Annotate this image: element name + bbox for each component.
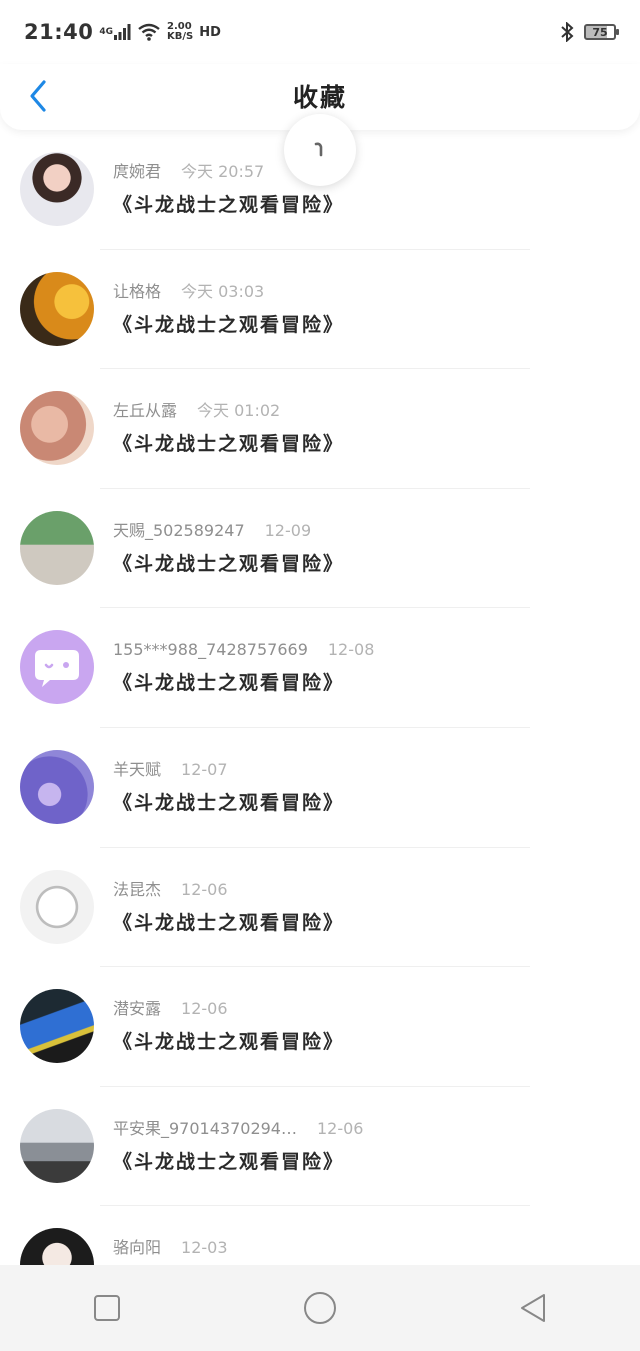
- user-name: 羊天赋: [113, 759, 162, 779]
- chat-bubble-icon: [35, 650, 79, 688]
- item-text: 155***988_7428757669 12-08 《斗龙战士之观看冒险》: [113, 640, 620, 695]
- item-meta: 左丘从露 今天 01:02: [113, 401, 620, 421]
- network-type: 4G: [99, 26, 114, 37]
- item-text: 骆向阳12-03《斗龙战士之观看冒险》: [113, 1238, 620, 1265]
- wifi-icon: [137, 23, 161, 41]
- item-title: 《斗龙战士之观看冒险》: [113, 791, 345, 814]
- list-item[interactable]: 155***988_7428757669 12-08 《斗龙战士之观看冒险》: [0, 608, 640, 728]
- item-title: 《斗龙战士之观看冒险》: [113, 552, 345, 575]
- item-text: 平安果_97014370294… 12-06 《斗龙战士之观看冒险》: [113, 1119, 620, 1174]
- list-item[interactable]: 法昆杰 12-06 《斗龙战士之观看冒险》: [0, 848, 640, 968]
- item-meta: 潜安露 12-06: [113, 999, 620, 1019]
- timestamp: 今天 20:57: [181, 162, 265, 181]
- item-meta: 庹婉君 今天 20:57: [113, 162, 620, 182]
- battery-indicator: 75: [584, 24, 619, 40]
- avatar[interactable]: [20, 630, 94, 705]
- timestamp: 今天 03:03: [181, 281, 265, 301]
- network-speed: 2.00 KB/S: [167, 22, 193, 42]
- item-text: 庹婉君 今天 20:57 《斗龙战士之观看冒险》: [113, 162, 620, 217]
- user-name: 左丘从露: [113, 401, 178, 421]
- bluetooth-icon: [560, 22, 574, 42]
- recent-apps-button[interactable]: [77, 1278, 137, 1338]
- status-left: 21:40 4G 2.00 KB/S HD: [24, 20, 221, 44]
- user-name: 天赐_502589247: [113, 520, 245, 540]
- item-text: 法昆杰 12-06 《斗龙战士之观看冒险》: [113, 880, 620, 935]
- timestamp: 今天 01:02: [197, 401, 281, 421]
- user-name: 让格格: [113, 281, 162, 301]
- hd-voice-icon: HD: [199, 24, 221, 40]
- item-meta: 天赐_502589247 12-09: [113, 521, 620, 541]
- avatar[interactable]: [20, 152, 94, 226]
- circle-icon: [303, 1292, 336, 1324]
- item-meta: 骆向阳 12-03: [113, 1238, 620, 1258]
- avatar[interactable]: [20, 869, 94, 944]
- back-nav-button[interactable]: [503, 1278, 563, 1338]
- item-meta: 155***988_7428757669 12-08: [113, 640, 620, 660]
- timestamp: 12-06: [181, 879, 228, 899]
- timestamp: 12-06: [316, 1118, 364, 1138]
- user-name: 骆向阳: [113, 1238, 162, 1258]
- user-name: 155***988_7428757669: [113, 640, 308, 660]
- list-item[interactable]: 骆向阳12-03《斗龙战士之观看冒险》: [0, 1206, 640, 1265]
- list-item[interactable]: 让格格 今天 03:03 《斗龙战士之观看冒险》: [0, 250, 640, 370]
- item-title: 《斗龙战士之观看冒险》: [113, 194, 345, 216]
- avatar[interactable]: [20, 510, 94, 585]
- timestamp: 12-03: [181, 1238, 228, 1258]
- user-name: 平安果_97014370294…: [113, 1118, 297, 1138]
- cellular-signal-icon: 4G: [99, 24, 131, 40]
- item-title: 《斗龙战士之观看冒险》: [113, 911, 345, 934]
- item-text: 左丘从露 今天 01:02 《斗龙战士之观看冒险》: [113, 401, 620, 456]
- item-title: 《斗龙战士之观看冒险》: [113, 672, 345, 695]
- avatar[interactable]: [20, 1108, 94, 1183]
- user-name: 法昆杰: [113, 879, 162, 899]
- home-button[interactable]: [290, 1278, 350, 1338]
- square-icon: [93, 1295, 120, 1321]
- item-text: 潜安露 12-06 《斗龙战士之观看冒险》: [113, 999, 620, 1054]
- timestamp: 12-09: [264, 520, 312, 540]
- page-title: 收藏: [292, 83, 347, 112]
- speed-unit: KB/S: [167, 31, 194, 42]
- system-nav-bar: [0, 1265, 640, 1351]
- list-item[interactable]: 天赐_502589247 12-09 《斗龙战士之观看冒险》: [0, 489, 640, 609]
- avatar[interactable]: [20, 271, 94, 346]
- item-meta: 让格格 今天 03:03: [113, 282, 620, 302]
- timestamp: 12-08: [327, 640, 375, 660]
- list-item[interactable]: 羊天赋 12-07 《斗龙战士之观看冒险》: [0, 728, 640, 848]
- timestamp: 12-06: [181, 999, 228, 1019]
- item-meta: 平安果_97014370294… 12-06: [113, 1119, 620, 1139]
- user-name: 潜安露: [113, 999, 162, 1019]
- item-text: 天赐_502589247 12-09 《斗龙战士之观看冒险》: [113, 521, 620, 576]
- avatar[interactable]: [20, 749, 94, 824]
- item-title: 《斗龙战士之观看冒险》: [113, 1031, 345, 1054]
- favorites-list[interactable]: 庹婉君 今天 20:57 《斗龙战士之观看冒险》 让格格 今天 03:03 《斗龙战士之观…: [0, 130, 640, 1265]
- item-meta: 羊天赋 12-07: [113, 760, 620, 780]
- loading-spinner-icon: [314, 142, 323, 157]
- avatar[interactable]: [20, 989, 94, 1064]
- user-name: 庹婉君: [113, 162, 162, 181]
- status-time: 21:40: [24, 20, 94, 44]
- status-bar: 21:40 4G 2.00 KB/S HD 75: [0, 0, 640, 64]
- triangle-back-icon: [521, 1294, 546, 1322]
- list-item[interactable]: 平安果_97014370294… 12-06 《斗龙战士之观看冒险》: [0, 1087, 640, 1207]
- item-title: 《斗龙战士之观看冒险》: [113, 1150, 345, 1173]
- item-text: 羊天赋 12-07 《斗龙战士之观看冒险》: [113, 760, 620, 815]
- list-item[interactable]: 左丘从露 今天 01:02 《斗龙战士之观看冒险》: [0, 369, 640, 489]
- avatar[interactable]: [20, 391, 94, 466]
- item-title: 《斗龙战士之观看冒险》: [113, 313, 345, 336]
- item-title: 《斗龙战士之观看冒险》: [113, 433, 345, 456]
- avatar[interactable]: [20, 1228, 94, 1265]
- item-text: 让格格 今天 03:03 《斗龙战士之观看冒险》: [113, 282, 620, 337]
- timestamp: 12-07: [181, 759, 228, 779]
- refresh-indicator: [284, 114, 356, 186]
- status-right: 75: [560, 22, 619, 42]
- list-item[interactable]: 潜安露 12-06 《斗龙战士之观看冒险》: [0, 967, 640, 1087]
- item-meta: 法昆杰 12-06: [113, 880, 620, 900]
